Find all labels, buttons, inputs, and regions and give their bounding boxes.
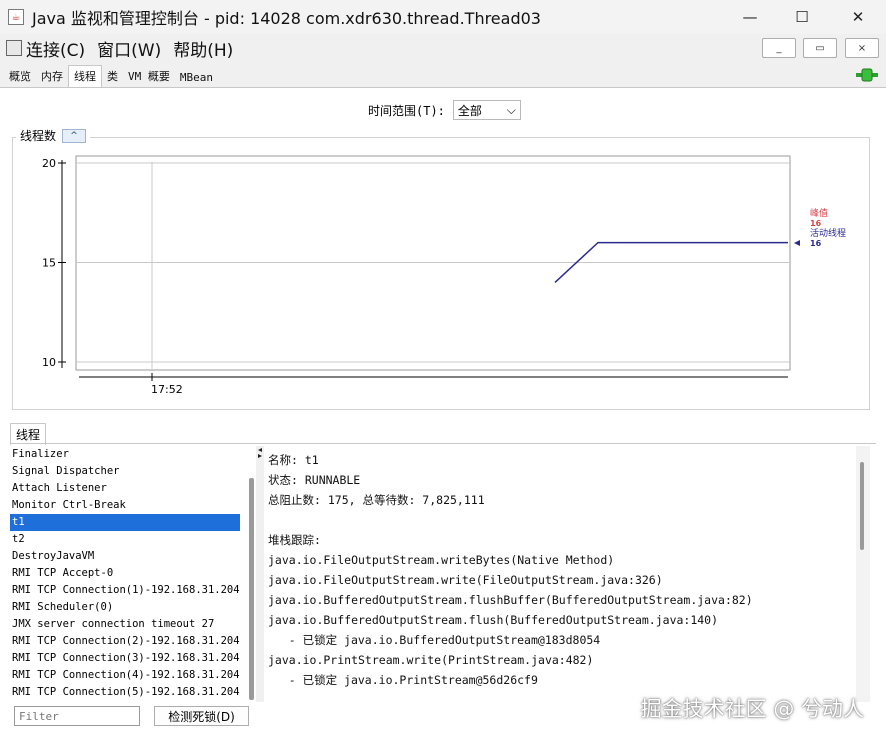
split-pane-divider[interactable]	[256, 446, 264, 702]
window-title: Java 监视和管理控制台 - pid: 14028 com.xdr630.th…	[32, 9, 541, 28]
tab-vm-summary[interactable]: VM 概要	[123, 66, 175, 87]
tab-memory[interactable]: 内存	[36, 66, 68, 87]
thread-detail-pane: 名称: t1 状态: RUNNABLE 总阻止数: 175, 总等待数: 7,825…	[264, 446, 870, 702]
filter-input[interactable]	[14, 706, 140, 726]
java-app-icon: ☕	[8, 9, 24, 25]
thread-list-item[interactable]: Signal Dispatcher	[10, 463, 240, 480]
thread-list-item[interactable]: Attach Listener	[10, 480, 240, 497]
thread-list-item[interactable]: RMI Scheduler(0)	[10, 599, 240, 616]
thread-list-item[interactable]: RMI TCP Connection(2)-192.168.31.204	[10, 633, 240, 650]
x-tick-label: 17:52	[151, 383, 183, 396]
watermark: 掘金技术社区 @ 兮动人	[640, 697, 864, 721]
detail-line: 名称: t1	[268, 453, 319, 467]
close-button[interactable]: ✕	[834, 0, 882, 34]
detail-line: 堆栈跟踪:	[268, 533, 321, 547]
thread-list-scrollbar[interactable]	[249, 478, 254, 700]
legend-active-value: 16	[810, 239, 822, 248]
thread-list[interactable]: Finalizer Signal Dispatcher Attach Listene…	[10, 446, 254, 702]
threads-subtab[interactable]: 线程	[10, 423, 47, 445]
maximize-button[interactable]: ☐	[778, 0, 826, 34]
thread-list-item[interactable]: RMI TCP Connection(1)-192.168.31.204	[10, 582, 240, 599]
detail-line: java.io.BufferedOutputStream.flushBuffer…	[268, 593, 753, 607]
tab-threads[interactable]: 线程	[68, 65, 102, 87]
thread-list-item[interactable]: Finalizer	[10, 446, 240, 463]
detail-line: 总阻止数: 175, 总等待数: 7,825,111	[268, 493, 485, 507]
y-tick-label: 20	[42, 157, 56, 170]
detail-line	[268, 510, 870, 530]
connection-status-icon	[856, 68, 878, 82]
detail-line: 状态: RUNNABLE	[268, 473, 361, 487]
minimize-button[interactable]: —	[726, 0, 774, 34]
legend-peak-label: 峰值	[810, 207, 828, 219]
detail-scrollbar-thumb[interactable]	[860, 462, 864, 550]
time-range-label: 时间范围(T):	[368, 103, 445, 118]
tab-mbean[interactable]: MBean	[175, 69, 218, 87]
thread-list-item[interactable]: t1	[10, 514, 240, 531]
thread-list-item[interactable]: RMI TCP Accept-0	[10, 565, 240, 582]
chevron-down-icon: ⌵	[506, 102, 516, 117]
frame-minimize-button[interactable]: _	[762, 38, 796, 58]
frame-close-button[interactable]: ×	[845, 38, 879, 58]
y-tick-label: 15	[42, 257, 56, 270]
time-range-select[interactable]: 全部 ⌵	[452, 100, 521, 120]
legend-peak-value: 16	[810, 219, 822, 228]
menu-help[interactable]: 帮助(H)	[173, 36, 233, 61]
split-right-arrow-icon[interactable]	[258, 454, 262, 458]
thread-list-item[interactable]: Monitor Ctrl-Break	[10, 497, 240, 514]
tab-overview[interactable]: 概览	[4, 66, 36, 87]
frame-restore-button[interactable]: ▭	[803, 38, 837, 58]
time-range-row: 时间范围(T): 全部 ⌵	[368, 100, 521, 120]
thread-list-item[interactable]: t2	[10, 531, 240, 548]
thread-list-item[interactable]: RMI TCP Connection(4)-192.168.31.204	[10, 667, 240, 684]
detail-line: - 已锁定 java.io.BufferedOutputStream@183d8…	[268, 633, 601, 647]
x-tick-group: 17:52	[151, 373, 183, 396]
thread-list-item[interactable]: JMX server connection timeout 27	[10, 616, 240, 633]
split-left-arrow-icon[interactable]	[258, 448, 262, 452]
internal-frame-icon[interactable]	[6, 40, 22, 56]
menu-bar: 连接(C) 窗口(W) 帮助(H)	[0, 34, 886, 62]
time-range-value: 全部	[457, 103, 482, 118]
detail-line: java.io.FileOutputStream.write(FileOutpu…	[268, 573, 663, 587]
thread-count-chart: 10 15 20 17:52 峰值 16 活动线程 16	[42, 155, 846, 396]
detail-line: java.io.BufferedOutputStream.flush(Buffe…	[268, 613, 719, 627]
menu-connection[interactable]: 连接(C)	[26, 36, 85, 61]
thread-list-item[interactable]: RMI TCP Connection(3)-192.168.31.204	[10, 650, 240, 667]
detail-line: - 已锁定 java.io.PrintStream@56d26cf9	[268, 673, 538, 687]
detect-deadlock-button[interactable]: 检测死锁(D)	[154, 706, 249, 726]
detail-line: java.io.PrintStream.write(PrintStream.ja…	[268, 653, 594, 667]
thread-list-item[interactable]: DestroyJavaVM	[10, 548, 240, 565]
menu-window[interactable]: 窗口(W)	[97, 36, 161, 61]
y-tick-label: 10	[42, 356, 56, 369]
legend-active-label: 活动线程	[810, 227, 846, 239]
thread-list-item[interactable]: RMI TCP Connection(5)-192.168.31.204	[10, 684, 240, 701]
legend-marker-icon	[794, 240, 800, 246]
main-tabs: 概览 内存 线程 类 VM 概要 MBean	[0, 65, 886, 88]
detail-line: java.io.FileOutputStream.writeBytes(Nati…	[268, 553, 615, 567]
tab-classes[interactable]: 类	[102, 66, 123, 87]
